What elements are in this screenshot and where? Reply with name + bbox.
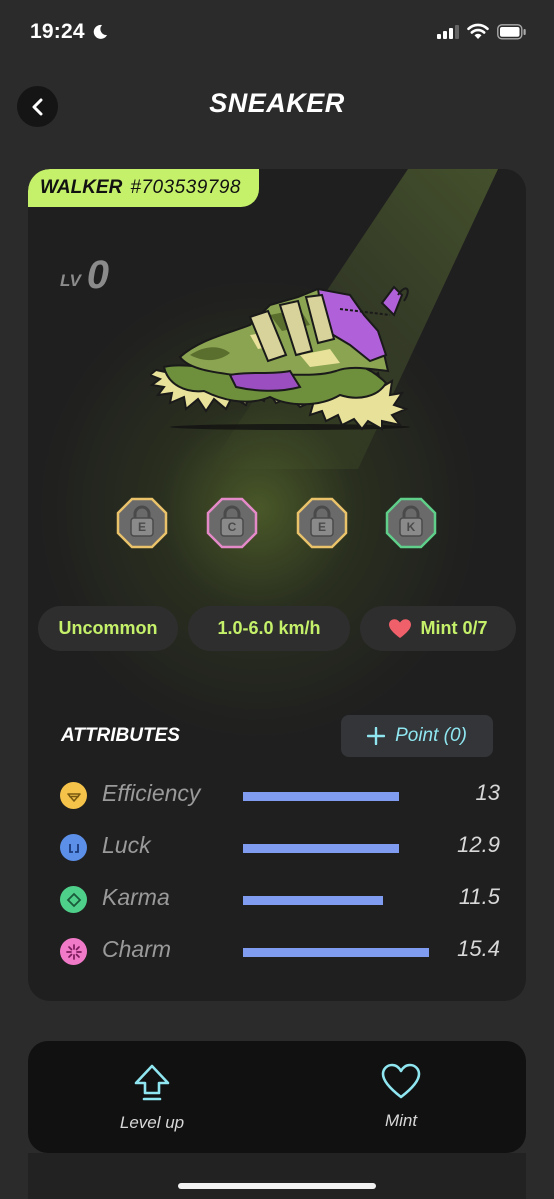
attribute-bar [243, 792, 399, 801]
level-up-label: Level up [119, 1113, 185, 1132]
attribute-bar [243, 896, 383, 905]
mint-chip: Mint 0/7 [360, 606, 516, 651]
point-label: Point (0) [395, 725, 467, 746]
status-time: 19:24 [30, 20, 85, 43]
speed-label: 1.0-6.0 km/h [217, 618, 321, 638]
info-chips: Uncommon 1.0-6.0 km/h Mint 0/7 [38, 606, 516, 652]
sneaker-image [150, 285, 410, 431]
socket-letter: C [227, 520, 237, 534]
bottom-content-peek [28, 1153, 526, 1199]
attribute-bar [243, 948, 429, 957]
action-bar: Level up Mint [28, 1041, 526, 1153]
attribute-row-karma: Karma 11.5 [60, 883, 500, 915]
battery-icon [497, 24, 526, 40]
attribute-value: 13 [475, 780, 500, 805]
sneaker-tag: WALKER #703539798 [28, 169, 259, 207]
attribute-label: Efficiency [102, 780, 201, 806]
level-indicator: LV 0 [60, 255, 109, 295]
attribute-value: 11.5 [458, 884, 500, 909]
mint-action-label: Mint [384, 1111, 418, 1130]
level-up-button[interactable]: Level up [72, 1063, 232, 1143]
status-bar: 19:24 [0, 0, 554, 68]
moon-icon [93, 24, 107, 39]
attribute-row-luck: Luck 12.9 [60, 831, 500, 863]
gem-sockets: ECEK [116, 497, 437, 551]
add-point-button[interactable]: Point (0) [341, 715, 493, 757]
efficiency-icon [60, 782, 87, 809]
socket-letter: E [137, 520, 146, 534]
attribute-row-efficiency: Efficiency 13 [60, 779, 500, 811]
plus-icon [367, 727, 386, 745]
socket-3[interactable]: E [296, 497, 348, 549]
socket-letter: K [406, 520, 416, 534]
sneaker-id: #703539798 [130, 177, 241, 198]
wifi-icon [467, 23, 489, 39]
sneaker-card: WALKER #703539798 LV 0 E C E K Uncommon 1.0… [28, 169, 526, 1001]
cellular-signal-icon [437, 25, 459, 39]
attribute-label: Charm [102, 936, 172, 962]
heart-outline-icon [381, 1063, 421, 1099]
attribute-label: Luck [102, 832, 151, 858]
heart-icon [389, 618, 412, 638]
mint-button[interactable]: Mint [321, 1063, 481, 1143]
attribute-bar [243, 844, 399, 853]
home-indicator[interactable] [178, 1183, 376, 1189]
speed-chip: 1.0-6.0 km/h [188, 606, 350, 651]
luck-icon [60, 834, 87, 861]
attribute-value: 12.9 [457, 832, 500, 857]
socket-2[interactable]: C [206, 497, 258, 549]
attribute-label: Karma [102, 884, 170, 910]
page-title: SNEAKER [209, 88, 345, 118]
attribute-value: 15.4 [457, 936, 500, 961]
attribute-row-charm: Charm 15.4 [60, 935, 500, 967]
mint-label: Mint 0/7 [420, 618, 488, 638]
socket-1[interactable]: E [116, 497, 168, 549]
sneaker-type: WALKER [40, 177, 123, 198]
socket-letter: E [317, 520, 326, 534]
rarity-label: Uncommon [58, 618, 158, 638]
attributes-heading: ATTRIBUTES [61, 725, 180, 746]
level-label: LV [60, 271, 81, 290]
charm-icon [60, 938, 87, 965]
socket-4[interactable]: K [385, 497, 437, 549]
karma-icon [60, 886, 87, 913]
level-up-icon [134, 1064, 170, 1101]
level-value: 0 [86, 253, 110, 297]
rarity-chip: Uncommon [38, 606, 178, 651]
